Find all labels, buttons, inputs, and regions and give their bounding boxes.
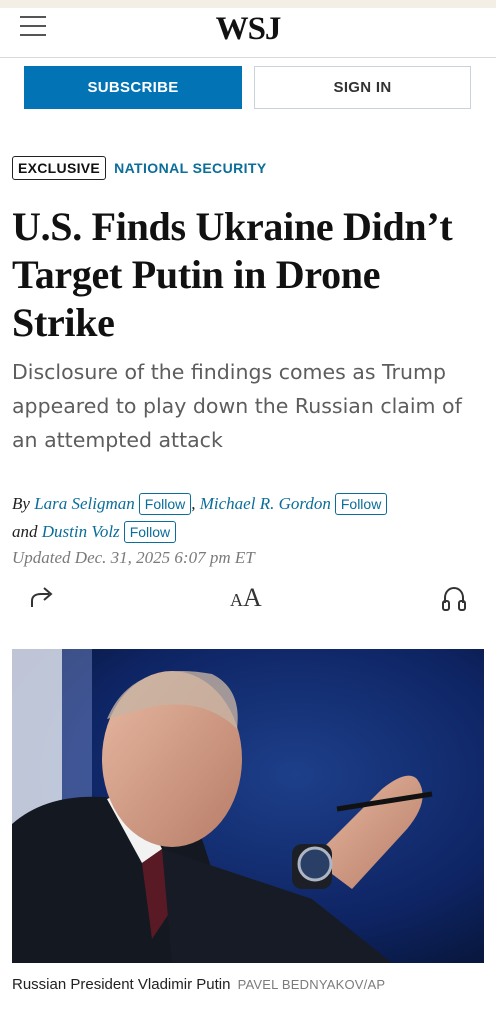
follow-button-author3[interactable]: Follow [123,521,177,543]
photo-caption: Russian President Vladimir Putin PAVEL B… [12,976,385,993]
share-icon[interactable] [28,585,56,616]
subscribe-button[interactable]: SUBSCRIBE [24,66,242,109]
byline: By Lara Seligman Follow, Michael R. Gordo… [12,490,488,546]
section-link[interactable]: NATIONAL SECURITY [114,160,267,176]
article-tags: EXCLUSIVE NATIONAL SECURITY [12,156,267,180]
follow-button-author2[interactable]: Follow [334,493,388,515]
site-header: WSJ [0,8,496,58]
updated-timestamp: Updated Dec. 31, 2025 6:07 pm ET [12,548,255,567]
article-headline: U.S. Finds Ukraine Didn’t Target Putin i… [12,204,453,345]
author-link-michael-gordon[interactable]: Michael R. Gordon [200,494,331,513]
follow-button-author1[interactable]: Follow [138,493,192,515]
byline-and: and [12,522,38,541]
font-size-small-glyph: A [230,590,243,610]
sign-in-button[interactable]: SIGN IN [254,66,471,109]
article-tools: AA [0,583,496,618]
exclusive-badge: EXCLUSIVE [12,156,107,180]
author-link-dustin-volz[interactable]: Dustin Volz [42,522,120,541]
auth-bar: SUBSCRIBE SIGN IN [24,66,472,110]
top-strip [0,0,496,8]
byline-comma: , [191,494,196,513]
photo-illustration [12,649,484,963]
article-photo [12,649,484,963]
article-dek: Disclosure of the findings comes as Trum… [12,360,462,452]
caption-text: Russian President Vladimir Putin [12,976,231,993]
author-link-lara-seligman[interactable]: Lara Seligman [34,494,135,513]
byline-by: By [12,494,30,513]
headphones-icon[interactable] [440,585,468,618]
font-size-icon[interactable]: AA [230,583,262,613]
photo-credit: PAVEL BEDNYAKOV/AP [237,977,386,992]
font-size-large-glyph: A [243,583,262,612]
wsj-logo[interactable]: WSJ [0,11,496,48]
